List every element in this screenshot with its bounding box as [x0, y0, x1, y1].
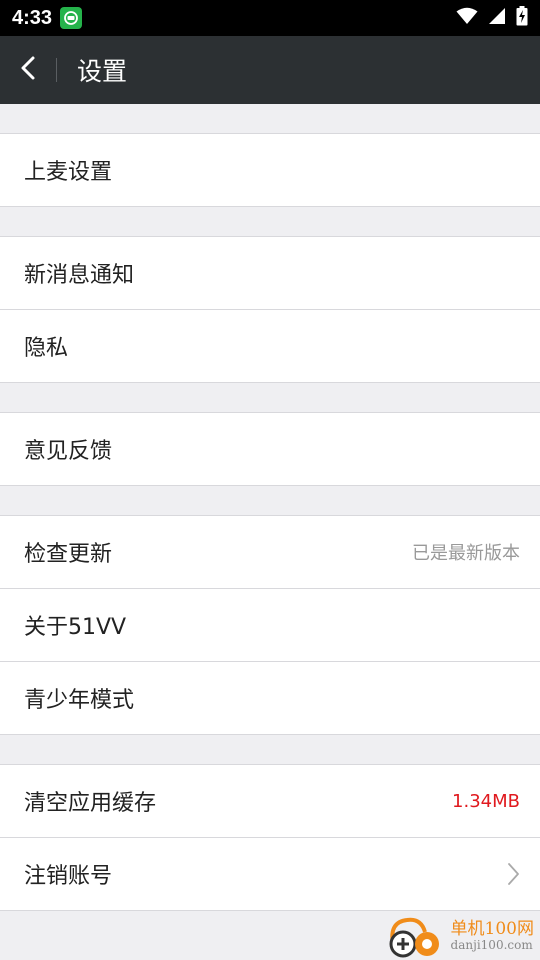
settings-group-about: 检查更新 已是最新版本 关于51VV 青少年模式	[0, 516, 540, 735]
clear-cache-row[interactable]: 清空应用缓存 1.34MB	[0, 765, 540, 838]
row-label: 上麦设置	[24, 160, 113, 185]
status-icons	[456, 6, 528, 30]
settings-group-account: 清空应用缓存 1.34MB 注销账号	[0, 765, 540, 911]
chevron-left-icon	[18, 54, 38, 86]
nav-bar: 设置	[0, 36, 540, 104]
update-status: 已是最新版本	[412, 543, 520, 564]
watermark-title: 单机100网	[450, 918, 534, 939]
section-spacer	[0, 383, 540, 413]
row-label: 清空应用缓存	[24, 791, 157, 816]
wifi-icon	[456, 7, 478, 29]
status-bar: 4:33	[0, 0, 540, 36]
watermark: 单机100网 danji100.com	[385, 914, 534, 958]
section-spacer	[0, 486, 540, 516]
back-button[interactable]	[0, 36, 56, 104]
settings-group-mic: 上麦设置	[0, 134, 540, 207]
privacy-row[interactable]: 隐私	[0, 310, 540, 383]
delete-account-row[interactable]: 注销账号	[0, 838, 540, 911]
page-title: 设置	[77, 57, 128, 86]
mic-settings-row[interactable]: 上麦设置	[0, 134, 540, 207]
check-update-row[interactable]: 检查更新 已是最新版本	[0, 516, 540, 589]
nav-divider	[56, 58, 57, 82]
teen-mode-row[interactable]: 青少年模式	[0, 662, 540, 735]
notifications-row[interactable]: 新消息通知	[0, 237, 540, 310]
section-spacer	[0, 104, 540, 134]
settings-group-feedback: 意见反馈	[0, 413, 540, 486]
row-label: 隐私	[24, 336, 69, 361]
row-label: 新消息通知	[24, 263, 135, 288]
app-notification-icon	[60, 7, 83, 29]
settings-list: 上麦设置 新消息通知 隐私 意见反馈 检查更新 已是最新版本 关于51VV 青少…	[0, 104, 540, 911]
row-label: 意见反馈	[24, 439, 113, 464]
battery-charging-icon	[516, 6, 528, 30]
watermark-url: danji100.com	[450, 937, 533, 952]
row-label: 青少年模式	[24, 688, 135, 713]
row-label: 注销账号	[24, 864, 113, 889]
signal-icon	[488, 7, 506, 29]
cache-size: 1.34MB	[452, 790, 520, 812]
chevron-right-icon	[506, 862, 520, 886]
feedback-row[interactable]: 意见反馈	[0, 413, 540, 486]
settings-group-notify: 新消息通知 隐私	[0, 237, 540, 383]
section-spacer	[0, 735, 540, 765]
status-time: 4:33	[12, 6, 53, 29]
section-spacer	[0, 207, 540, 237]
about-row[interactable]: 关于51VV	[0, 589, 540, 662]
watermark-logo-icon	[385, 914, 447, 958]
row-label: 检查更新	[24, 542, 113, 567]
watermark-text: 单机100网 danji100.com	[450, 918, 534, 952]
row-label: 关于51VV	[24, 615, 127, 640]
